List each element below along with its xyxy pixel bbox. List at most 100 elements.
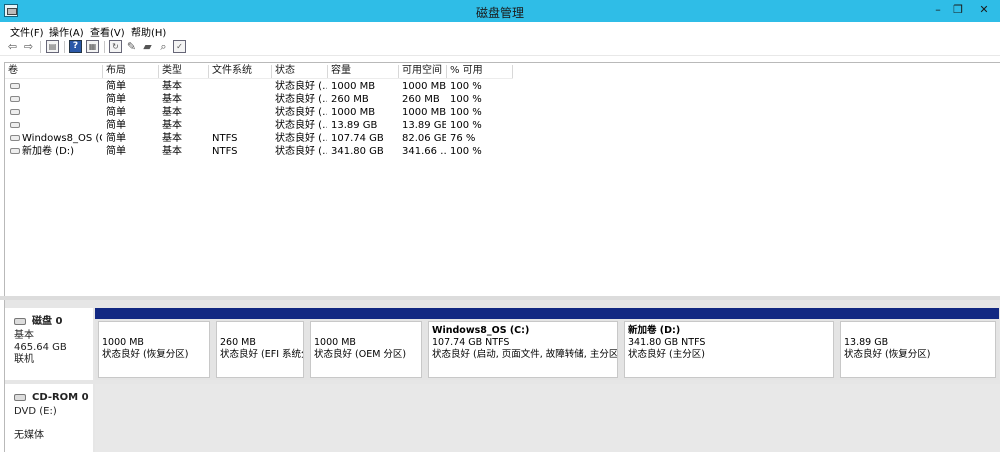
cell-percent-free: 100 % bbox=[450, 94, 482, 105]
cell-free-space: 341.66 … bbox=[402, 146, 446, 157]
cell-percent-free: 100 % bbox=[450, 81, 482, 92]
partition-size: 1000 MB bbox=[102, 337, 144, 348]
disk-graphical-view: 磁盘 0 基本 465.64 GB 联机 1000 MB 状态良好 (恢复分区)… bbox=[4, 300, 1000, 452]
cell-capacity: 260 MB bbox=[331, 94, 369, 105]
cdrom-0-type: DVD (E:) bbox=[14, 406, 57, 417]
cell-free-space: 1000 MB bbox=[402, 107, 446, 118]
partition-header-bar bbox=[425, 308, 621, 319]
cell-capacity: 107.74 GB bbox=[331, 133, 384, 144]
cell-status: 状态良好 (… bbox=[275, 107, 327, 118]
properties-icon[interactable]: ▦ bbox=[86, 40, 99, 53]
column-header-layout[interactable]: 布局 bbox=[103, 65, 159, 78]
column-header-percent-free[interactable]: % 可用 bbox=[447, 65, 513, 78]
partition-size: 13.89 GB bbox=[844, 337, 889, 348]
open-icon[interactable]: ▰ bbox=[141, 40, 154, 53]
cell-percent-free: 76 % bbox=[450, 133, 476, 144]
cell-free-space: 82.06 GB bbox=[402, 133, 446, 144]
disk-0-type: 基本 bbox=[14, 330, 34, 341]
close-button[interactable]: ✕ bbox=[972, 2, 996, 18]
header-divider bbox=[5, 78, 513, 79]
partition-recovery-2[interactable]: 13.89 GB 状态良好 (恢复分区) bbox=[837, 308, 999, 380]
window-title: 磁盘管理 bbox=[475, 6, 524, 20]
drive-icon bbox=[10, 96, 20, 102]
cell-percent-free: 100 % bbox=[450, 120, 482, 131]
partition-d[interactable]: 新加卷 (D:) 341.80 GB NTFS 状态良好 (主分区) bbox=[621, 308, 837, 380]
partition-status: 状态良好 (恢复分区) bbox=[102, 349, 189, 360]
partition-oem[interactable]: 1000 MB 状态良好 (OEM 分区) bbox=[307, 308, 425, 380]
disk-0-status: 联机 bbox=[14, 354, 34, 365]
column-header-status[interactable]: 状态 bbox=[272, 65, 328, 78]
table-row[interactable]: Windows8_OS (C:) 简单 基本 NTFS 状态良好 (… 107.… bbox=[5, 132, 1000, 145]
partition-name: 新加卷 (D:) bbox=[628, 325, 681, 336]
partition-c[interactable]: Windows8_OS (C:) 107.74 GB NTFS 状态良好 (启动… bbox=[425, 308, 621, 380]
restore-button[interactable]: ❐ bbox=[946, 2, 970, 18]
column-header-type[interactable]: 类型 bbox=[159, 65, 209, 78]
partition-efi[interactable]: 260 MB 状态良好 (EFI 系统分区) bbox=[213, 308, 307, 380]
toolbar: ⇦ ⇨ ▤ ? ▦ ↻ ✎ ▰ ⌕ ✓ bbox=[0, 38, 1000, 56]
table-row[interactable]: 简单 基本 状态良好 (… 1000 MB 1000 MB 100 % bbox=[5, 80, 1000, 93]
partition-size: 260 MB bbox=[220, 337, 256, 348]
toolbar-separator bbox=[40, 41, 41, 53]
cd-drive-icon bbox=[14, 393, 26, 401]
disk-0-partitions: 1000 MB 状态良好 (恢复分区) 260 MB 状态良好 (EFI 系统分… bbox=[95, 308, 999, 380]
forward-arrow-icon[interactable]: ⇨ bbox=[22, 40, 35, 53]
cell-free-space: 13.89 GB bbox=[402, 120, 446, 131]
toolbar-separator bbox=[104, 41, 105, 53]
console-tree-icon[interactable]: ▤ bbox=[46, 40, 59, 53]
partition-header-bar bbox=[307, 308, 425, 319]
volume-list[interactable]: 卷 布局 类型 文件系统 状态 容量 可用空间 % 可用 简单 基本 状态良好 … bbox=[4, 62, 1000, 296]
cell-status: 状态良好 (… bbox=[275, 81, 327, 92]
menu-action[interactable]: 操作(A) bbox=[49, 24, 84, 39]
cell-type: 基本 bbox=[162, 146, 182, 157]
partition-recovery-1[interactable]: 1000 MB 状态良好 (恢复分区) bbox=[95, 308, 213, 380]
column-header-volume[interactable]: 卷 bbox=[5, 65, 103, 78]
cell-status: 状态良好 (… bbox=[275, 133, 327, 144]
column-header-free-space[interactable]: 可用空间 bbox=[399, 65, 447, 78]
refresh-icon[interactable]: ↻ bbox=[109, 40, 122, 53]
cell-capacity: 13.89 GB bbox=[331, 120, 378, 131]
column-header-capacity[interactable]: 容量 bbox=[328, 65, 399, 78]
partition-name: Windows8_OS (C:) bbox=[432, 325, 530, 336]
cell-free-space: 260 MB bbox=[402, 94, 440, 105]
cell-type: 基本 bbox=[162, 120, 182, 131]
table-row[interactable]: 新加卷 (D:) 简单 基本 NTFS 状态良好 (… 341.80 GB 34… bbox=[5, 145, 1000, 158]
cell-volume: 新加卷 (D:) bbox=[22, 146, 75, 157]
settings-icon[interactable]: ✓ bbox=[173, 40, 186, 53]
partition-header-bar bbox=[621, 308, 837, 319]
cell-volume: Windows8_OS (C:) bbox=[22, 133, 102, 144]
disk-0-label[interactable]: 磁盘 0 基本 465.64 GB 联机 bbox=[5, 308, 93, 380]
drive-icon bbox=[10, 122, 20, 128]
cell-layout: 简单 bbox=[106, 107, 126, 118]
cell-type: 基本 bbox=[162, 94, 182, 105]
partition-size: 341.80 GB NTFS bbox=[628, 337, 706, 348]
cell-capacity: 341.80 GB bbox=[331, 146, 384, 157]
menu-help[interactable]: 帮助(H) bbox=[131, 24, 166, 39]
partition-size: 107.74 GB NTFS bbox=[432, 337, 510, 348]
cell-layout: 简单 bbox=[106, 133, 126, 144]
help-icon[interactable]: ? bbox=[69, 40, 82, 53]
drive-icon bbox=[10, 109, 20, 115]
table-row[interactable]: 简单 基本 状态良好 (… 260 MB 260 MB 100 % bbox=[5, 93, 1000, 106]
disk-0-size: 465.64 GB bbox=[14, 342, 67, 353]
drive-icon bbox=[10, 83, 20, 89]
table-row[interactable]: 简单 基本 状态良好 (… 1000 MB 1000 MB 100 % bbox=[5, 106, 1000, 119]
cell-percent-free: 100 % bbox=[450, 146, 482, 157]
table-row[interactable]: 简单 基本 状态良好 (… 13.89 GB 13.89 GB 100 % bbox=[5, 119, 1000, 132]
menu-view[interactable]: 查看(V) bbox=[90, 24, 125, 39]
cell-type: 基本 bbox=[162, 107, 182, 118]
export-icon[interactable]: ✎ bbox=[125, 40, 138, 53]
rescan-icon[interactable]: ⌕ bbox=[157, 40, 170, 53]
cell-layout: 简单 bbox=[106, 94, 126, 105]
back-arrow-icon[interactable]: ⇦ bbox=[6, 40, 19, 53]
cell-free-space: 1000 MB bbox=[402, 81, 446, 92]
cell-layout: 简单 bbox=[106, 146, 126, 157]
partition-header-bar bbox=[837, 308, 999, 319]
cell-filesystem: NTFS bbox=[212, 133, 238, 144]
cdrom-0-label[interactable]: CD-ROM 0 DVD (E:) 无媒体 bbox=[5, 384, 93, 452]
menu-file[interactable]: 文件(F) bbox=[10, 24, 44, 39]
toolbar-separator bbox=[64, 41, 65, 53]
cell-status: 状态良好 (… bbox=[275, 94, 327, 105]
menu-bar: 文件(F) 操作(A) 查看(V) 帮助(H) bbox=[0, 22, 1000, 39]
cell-status: 状态良好 (… bbox=[275, 120, 327, 131]
column-header-filesystem[interactable]: 文件系统 bbox=[209, 65, 272, 78]
